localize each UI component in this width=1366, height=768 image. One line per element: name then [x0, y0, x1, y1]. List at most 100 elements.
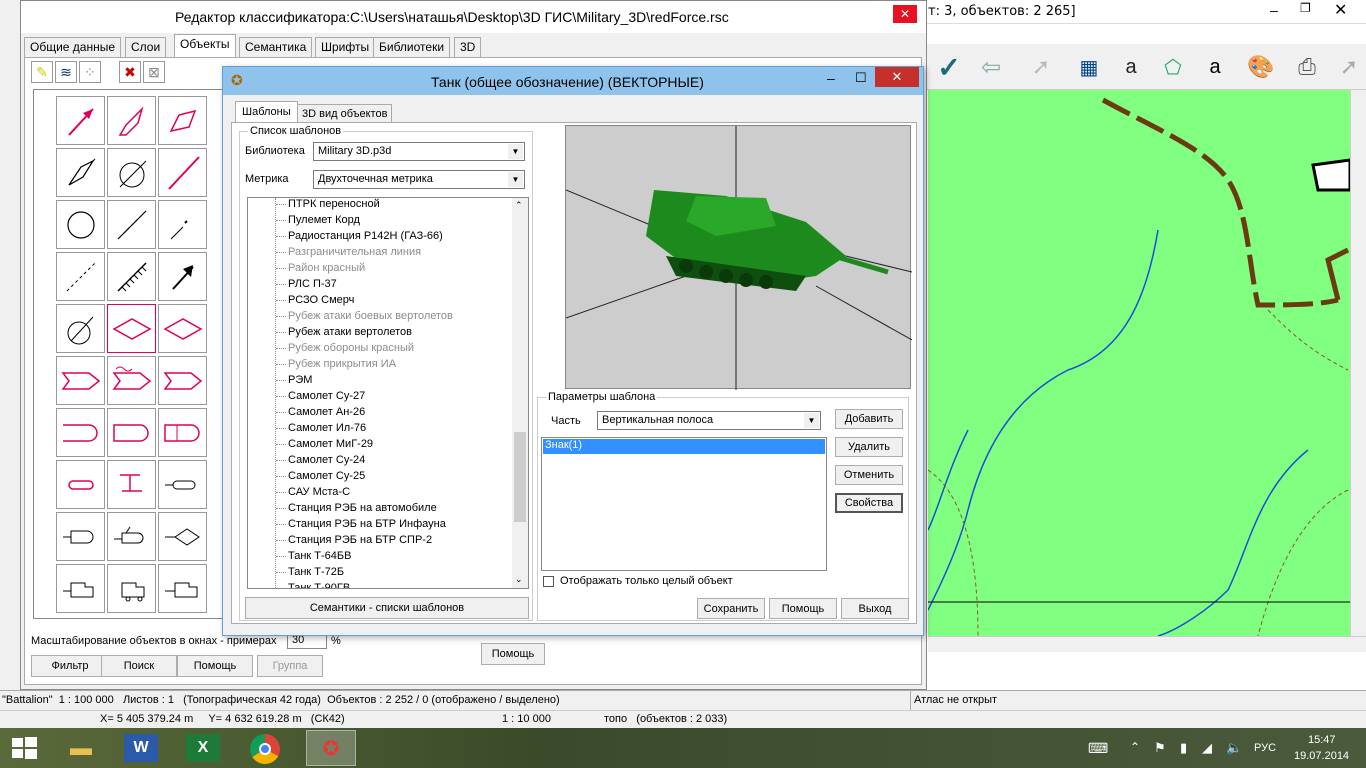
help-button-2[interactable]: Помощь — [481, 643, 545, 665]
exit-button[interactable]: Выход — [841, 598, 909, 619]
word-taskbar-icon[interactable]: W — [124, 734, 158, 762]
part-select[interactable]: Вертикальная полоса ▼ — [597, 411, 821, 430]
tree-item[interactable]: Рубеж атаки боевых вертолетов — [276, 308, 453, 324]
gis-taskbar-icon[interactable]: ✪ — [306, 730, 356, 766]
clock-time[interactable]: 15:47 — [1308, 734, 1336, 746]
properties-button[interactable]: Свойства — [835, 493, 903, 513]
symbol-black-vehicle[interactable] — [107, 512, 156, 561]
symbol-red-pentagon-wave[interactable] — [107, 356, 156, 405]
grid-dots-icon[interactable]: ⁘ — [79, 61, 101, 83]
check-icon[interactable]: ✓ — [930, 48, 968, 86]
tray-chevron-icon[interactable]: ⌃ — [1130, 740, 1140, 754]
symbol-black-diamond-tail[interactable] — [158, 512, 207, 561]
tree-item[interactable]: Рубеж прикрытия ИА — [275, 356, 396, 372]
symbol-black-capsule[interactable] — [56, 512, 105, 561]
part-list-item[interactable]: Знак(1) — [543, 439, 825, 454]
symbol-dot-line[interactable] — [158, 200, 207, 249]
symbol-compass[interactable] — [56, 148, 105, 197]
model-3d-viewer[interactable] — [565, 125, 913, 390]
start-button[interactable] — [10, 736, 38, 760]
layers-icon[interactable]: ≋ — [55, 61, 77, 83]
tree-vscrollbar[interactable]: ⌃ ⌄ — [512, 198, 528, 588]
classifier-close-button[interactable]: ✕ — [893, 5, 917, 23]
whole-only-checkbox[interactable] — [543, 576, 554, 587]
tree-item[interactable]: Самолет МиГ-29 — [275, 436, 373, 452]
part-list[interactable]: Знак(1) — [541, 437, 827, 571]
map-vscrollbar[interactable] — [1350, 90, 1366, 636]
library-select[interactable]: Military 3D.p3d ▼ — [313, 142, 525, 161]
delete-button[interactable]: Удалить — [835, 437, 903, 457]
scroll-up-icon[interactable]: ⌃ — [515, 200, 523, 211]
text-select-icon[interactable]: a — [1112, 48, 1150, 86]
tree-item[interactable]: Станция РЭБ на БТР Инфауна — [276, 516, 446, 532]
volume-icon[interactable]: 🔈 — [1226, 740, 1242, 756]
tree-item[interactable]: РСЗО Смерч — [275, 292, 354, 308]
symbol-red-pentagon[interactable] — [56, 356, 105, 405]
excel-taskbar-icon[interactable]: X — [186, 734, 220, 762]
metric-select[interactable]: Двухточечная метрика ▼ — [313, 170, 525, 189]
printer-icon[interactable]: ⎙ — [1288, 48, 1326, 86]
symbol-black-arrow[interactable] — [158, 252, 207, 301]
search-button[interactable]: Поиск — [101, 655, 177, 677]
symbol-circle-compass[interactable] — [107, 148, 156, 197]
tab-fonts[interactable]: Шрифты — [315, 37, 376, 57]
symbol-dashed-arrow[interactable] — [56, 252, 105, 301]
symbol-circle[interactable] — [56, 200, 105, 249]
dialog-tab-templates[interactable]: Шаблоны — [235, 101, 298, 123]
dialog-help-button[interactable]: Помощь — [769, 598, 837, 619]
tree-item[interactable]: Танк Т-90ГВ — [288, 580, 350, 588]
clear-icon[interactable]: ⊠ — [143, 61, 165, 83]
tree-item[interactable]: Радиостанция Р142Н (ГАЗ-66) — [276, 228, 443, 244]
tab-objects[interactable]: Объекты — [174, 34, 236, 58]
dialog-tab-3d[interactable]: 3D вид объектов — [297, 104, 393, 123]
battery-icon[interactable]: ▮ — [1180, 740, 1187, 756]
language-indicator[interactable]: РУС — [1254, 742, 1276, 754]
table-select-icon[interactable]: ▦ — [1070, 48, 1108, 86]
filter-button[interactable]: Фильтр — [31, 655, 109, 677]
tree-item[interactable]: Самолет Ил-76 — [275, 420, 366, 436]
map-close-button[interactable]: ✕ — [1334, 0, 1347, 20]
symbol-circle-arrow[interactable] — [56, 304, 105, 353]
semantics-templates-button[interactable]: Семантики - списки шаблонов — [245, 597, 529, 619]
save-button[interactable]: Сохранить — [697, 598, 765, 619]
chrome-taskbar-icon[interactable] — [250, 734, 280, 764]
symbol-black-truck-2[interactable] — [107, 564, 156, 613]
tree-item[interactable]: РЭМ — [275, 372, 312, 388]
symbol-red-arrow[interactable] — [56, 96, 105, 145]
scroll-down-icon[interactable]: ⌄ — [515, 574, 523, 585]
tree-item[interactable]: Самолет Ан-26 — [275, 404, 365, 420]
symbol-ruler[interactable] — [107, 252, 156, 301]
map-minimize-button[interactable]: ‒ — [1270, 2, 1278, 18]
tab-3d[interactable]: 3D — [454, 37, 482, 57]
symbol-black-truck-3[interactable] — [158, 564, 207, 613]
symbol-black-pill[interactable] — [158, 460, 207, 509]
network-icon[interactable]: ◢ — [1202, 740, 1212, 756]
draw-line-icon[interactable]: ✎ — [31, 61, 53, 83]
tree-item[interactable]: Станция РЭБ на автомобиле — [276, 500, 437, 516]
tree-item[interactable]: ПТРК переносной — [276, 198, 380, 212]
keyboard-icon[interactable]: ⌨ — [1088, 740, 1108, 757]
clock-date[interactable]: 19.07.2014 — [1294, 750, 1349, 762]
tree-item[interactable]: САУ Мста-С — [275, 484, 350, 500]
tree-item[interactable]: Район красный — [275, 260, 365, 276]
polygon-select-icon[interactable]: ⬠ — [1154, 48, 1192, 86]
delete-icon[interactable]: ✖ — [119, 61, 141, 83]
dialog-minimize-button[interactable]: ‒ — [827, 70, 835, 86]
tree-item[interactable]: Танк Т-64БВ — [275, 548, 351, 564]
symbol-red-anchor[interactable] — [107, 460, 156, 509]
tree-item[interactable]: РЛС П-37 — [276, 276, 337, 292]
tree-item[interactable]: Рубеж атаки вертолетов — [275, 324, 412, 340]
symbol-black-truck[interactable] — [56, 564, 105, 613]
back-arrow-icon[interactable]: ⇦ — [972, 48, 1010, 86]
tree-item[interactable]: Разграничительная линия — [275, 244, 421, 260]
explorer-taskbar-icon[interactable]: ▬ — [60, 732, 102, 764]
symbol-red-capsule-2[interactable] — [107, 408, 156, 457]
symbol-red-rocket[interactable] — [107, 96, 156, 145]
symbol-red-pentagon-2[interactable] — [158, 356, 207, 405]
tree-item[interactable]: Самолет Су-25 — [275, 468, 365, 484]
symbol-double-arrow[interactable] — [107, 200, 156, 249]
map-canvas[interactable] — [928, 90, 1350, 636]
symbol-red-diamond-2[interactable] — [158, 304, 207, 353]
symbol-red-line[interactable] — [158, 148, 207, 197]
symbol-red-diamond[interactable] — [107, 304, 156, 353]
